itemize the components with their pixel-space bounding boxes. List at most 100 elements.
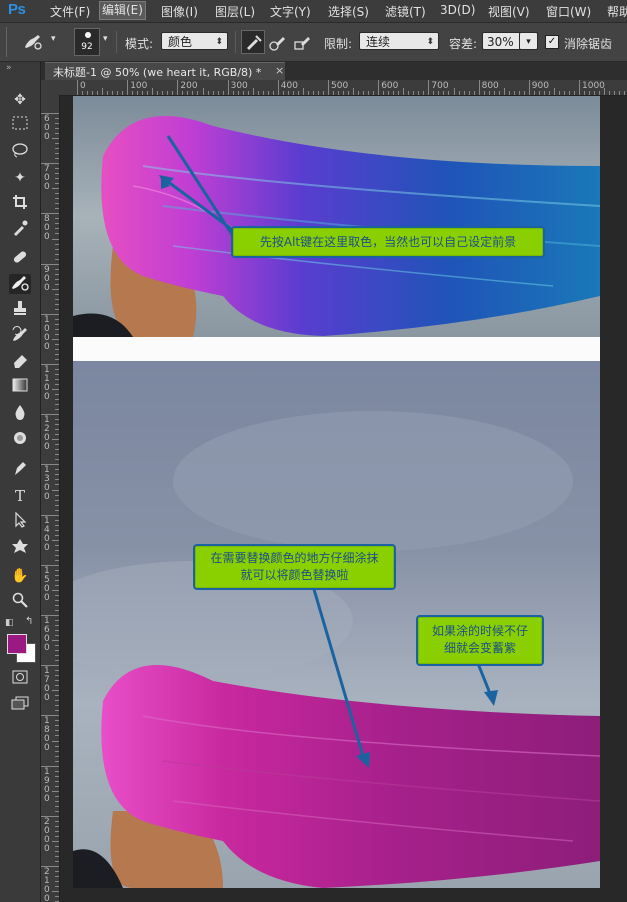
sampling-once-icon[interactable] xyxy=(268,32,288,56)
ruler-minor-tick xyxy=(568,91,570,95)
ruler-minor-tick xyxy=(563,91,565,95)
tolerance-slider-toggle-icon[interactable]: ▾ xyxy=(519,32,538,50)
canvas-photo-before[interactable] xyxy=(73,96,600,337)
marquee-tool-icon[interactable] xyxy=(9,116,31,136)
ruler-minor-tick xyxy=(55,554,59,556)
move-tool-icon[interactable]: ✥ xyxy=(9,90,31,110)
menu-edit[interactable]: 编辑(E) xyxy=(99,1,146,20)
ruler-minor-tick xyxy=(55,353,59,355)
tool-preset-chevron-icon[interactable]: ▾ xyxy=(51,34,56,44)
select-arrows-icon: ⬍ xyxy=(215,37,223,47)
eyedropper-icon[interactable] xyxy=(9,220,31,240)
menu-filter[interactable]: 滤镜(T) xyxy=(385,3,426,20)
foreground-color-swatch[interactable] xyxy=(7,634,27,654)
ruler-minor-tick xyxy=(202,88,204,95)
ruler-minor-tick xyxy=(483,91,485,95)
document-tab[interactable]: 未标题-1 @ 50% (we heart it, RGB/8) * × xyxy=(45,62,285,81)
path-selection-icon[interactable] xyxy=(9,511,31,532)
menu-select[interactable]: 选择(S) xyxy=(328,3,369,20)
menu-view[interactable]: 视图(V) xyxy=(488,3,530,20)
sampling-background-swatch-icon[interactable] xyxy=(293,32,313,56)
magic-wand-icon[interactable]: ✦ xyxy=(9,168,31,188)
ruler-major-tick xyxy=(227,80,229,95)
menu-help[interactable]: 帮助 xyxy=(607,3,627,20)
crop-tool-icon[interactable] xyxy=(9,194,31,214)
ruler-minor-tick xyxy=(55,268,59,270)
clone-stamp-icon[interactable] xyxy=(9,300,31,320)
antialias-checkbox[interactable]: ✓ xyxy=(545,35,559,49)
type-tool-icon[interactable]: T xyxy=(9,486,31,506)
horizontal-ruler[interactable]: 0 100 200 300 400 500 600 700 800 900 1000 xyxy=(59,80,627,96)
default-colors-icon[interactable]: ◧ xyxy=(5,618,14,628)
ruler-minor-tick xyxy=(55,755,59,757)
ruler-minor-tick xyxy=(55,343,59,345)
ruler-minor-tick xyxy=(222,91,224,95)
ruler-major-tick xyxy=(328,80,329,95)
menu-3d[interactable]: 3D(D) xyxy=(440,3,475,17)
quick-mask-icon[interactable] xyxy=(9,670,31,690)
ruler-minor-tick xyxy=(55,735,59,737)
ruler-minor-tick xyxy=(55,128,59,130)
limit-select[interactable]: 连续 ⬍ xyxy=(359,32,439,50)
eraser-icon[interactable] xyxy=(9,352,31,372)
ruler-minor-tick xyxy=(247,91,249,95)
ruler-minor-tick xyxy=(55,404,59,406)
ruler-minor-tick xyxy=(55,670,59,672)
ruler-minor-tick xyxy=(408,91,410,95)
ruler-minor-tick xyxy=(307,91,309,95)
ruler-label: 1800 xyxy=(44,716,50,754)
sampling-continuous-icon[interactable] xyxy=(241,30,265,54)
ruler-minor-tick xyxy=(458,91,460,95)
callout-text-line: 就可以将颜色替换啦 xyxy=(240,568,349,582)
ruler-minor-tick xyxy=(147,91,149,95)
pen-tool-icon[interactable] xyxy=(9,460,31,480)
vertical-ruler[interactable]: 600 700 800 900 1000 1100 1200 1300 1400 1500 1600… xyxy=(41,95,60,902)
gradient-tool-icon[interactable] xyxy=(9,378,31,398)
dodge-tool-icon[interactable] xyxy=(9,430,31,450)
ruler-minor-tick xyxy=(363,91,365,95)
options-bar: ▾ 92 ▾ 模式: 颜色 ⬍ 限制: 连续 ⬍ 容差: 30% ▾ ✓ 消除锯… xyxy=(0,23,627,62)
ruler-minor-tick xyxy=(513,91,515,95)
color-replacement-brush-icon[interactable] xyxy=(22,32,44,56)
brush-picker-chevron-icon[interactable]: ▾ xyxy=(103,34,108,44)
ruler-minor-tick xyxy=(55,198,59,200)
mode-select[interactable]: 颜色 ⬍ xyxy=(161,32,228,50)
ruler-minor-tick xyxy=(207,91,209,95)
ruler-minor-tick xyxy=(55,228,59,230)
ruler-label: 1000 xyxy=(582,81,605,91)
ruler-minor-tick xyxy=(55,133,59,135)
healing-brush-icon[interactable] xyxy=(9,248,31,268)
history-brush-icon[interactable] xyxy=(9,326,31,346)
menu-window[interactable]: 窗口(W) xyxy=(546,3,591,20)
ruler-minor-tick xyxy=(55,725,59,727)
ruler-minor-tick xyxy=(55,178,59,180)
zoom-tool-icon[interactable] xyxy=(9,592,31,612)
ruler-label: 1400 xyxy=(44,515,50,553)
collapse-panel-icon[interactable]: » xyxy=(6,63,12,73)
brush-preset-picker[interactable]: 92 xyxy=(74,28,100,56)
ruler-minor-tick xyxy=(55,318,59,320)
ruler-minor-tick xyxy=(368,91,370,95)
ruler-minor-tick xyxy=(55,635,59,637)
close-tab-icon[interactable]: × xyxy=(275,64,284,77)
photoshop-logo: Ps xyxy=(8,1,26,18)
lasso-tool-icon[interactable] xyxy=(9,142,31,162)
menu-image[interactable]: 图像(I) xyxy=(161,3,198,20)
blur-tool-icon[interactable] xyxy=(9,404,31,424)
menu-file[interactable]: 文件(F) xyxy=(50,3,90,20)
ruler-minor-tick xyxy=(343,91,345,95)
menu-type[interactable]: 文字(Y) xyxy=(270,3,311,20)
ruler-minor-tick xyxy=(55,810,59,812)
ruler-label: 1700 xyxy=(44,666,50,704)
swap-colors-icon[interactable]: ↰ xyxy=(25,616,33,627)
ruler-origin[interactable] xyxy=(41,80,59,95)
ruler-minor-tick xyxy=(55,760,59,762)
color-replacement-brush-icon[interactable] xyxy=(9,274,31,294)
hand-tool-icon[interactable]: ✋ xyxy=(9,566,31,586)
custom-shape-icon[interactable] xyxy=(9,538,31,558)
menu-layer[interactable]: 图层(L) xyxy=(215,3,255,20)
screen-mode-icon[interactable] xyxy=(9,696,31,716)
ruler-minor-tick xyxy=(55,384,59,386)
ruler-minor-tick xyxy=(55,845,59,847)
ruler-minor-tick xyxy=(553,88,555,95)
